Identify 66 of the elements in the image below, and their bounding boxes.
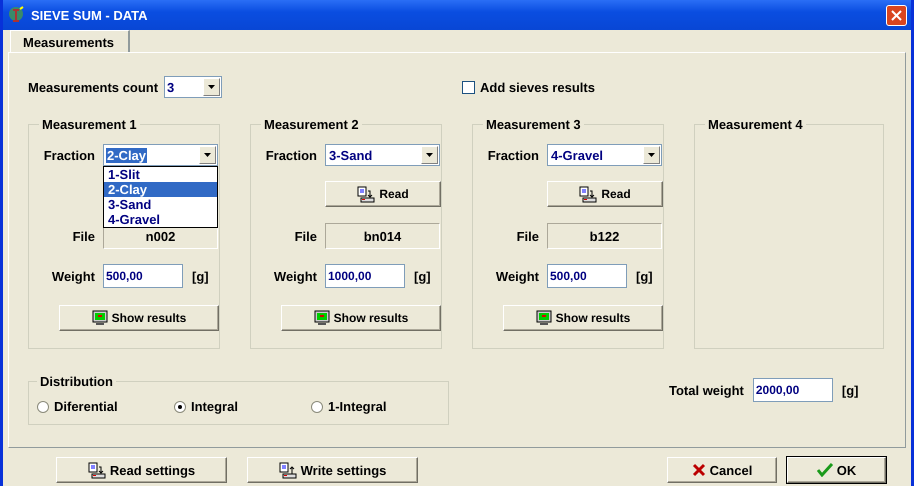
count-label: Measurements count [28, 80, 158, 94]
ok-button[interactable]: OK [787, 457, 886, 483]
radio-label: Integral [191, 399, 238, 414]
caret-icon [208, 85, 216, 89]
caret-icon [426, 153, 433, 157]
fraction-label: Fraction [264, 148, 317, 162]
show-results-button[interactable]: Show results [281, 305, 441, 331]
checkmark-icon [816, 463, 833, 477]
show-results-button[interactable]: Show results [503, 305, 663, 331]
unit-label: [g] [192, 268, 209, 284]
group-title: Measurement 4 [707, 117, 804, 132]
unit-label: [g] [842, 382, 858, 398]
checkbox-label: Add sieves results [480, 80, 595, 94]
radio-label: 1-Integral [328, 399, 387, 414]
caret-icon [648, 153, 655, 157]
checkbox[interactable] [462, 80, 476, 94]
document-import-icon [579, 186, 598, 202]
file-label: File [294, 228, 317, 244]
read-button[interactable]: Read [325, 181, 441, 207]
close-icon [891, 10, 902, 20]
file-label: File [72, 228, 95, 244]
read-button[interactable]: Read [547, 181, 663, 207]
weight-label: Weight [272, 268, 317, 284]
unit-label: [g] [414, 268, 431, 284]
close-button[interactable] [886, 4, 907, 26]
cancel-button[interactable]: Cancel [667, 457, 777, 483]
read-button[interactable]: Read settings [56, 457, 227, 483]
weight-field[interactable]: 500,00 [547, 264, 627, 288]
total-weight-label: Total weight [669, 382, 744, 398]
show-results-button[interactable]: Show results [59, 305, 219, 331]
weight-label: Weight [494, 268, 539, 284]
monitor-icon [92, 310, 108, 326]
radio-button[interactable] [311, 400, 323, 412]
document-import-icon [88, 462, 106, 478]
group-title: Measurement 3 [485, 117, 582, 132]
fraction-dropdown[interactable]: 3-Sand [325, 144, 440, 166]
fraction-label: Fraction [486, 148, 539, 162]
write-button[interactable]: Write settings [247, 457, 418, 483]
document-import-icon [357, 186, 376, 202]
total-weight-field[interactable]: 2000,00 [752, 378, 833, 402]
app-icon [7, 6, 25, 24]
monitor-icon [536, 310, 552, 326]
radio-label: Diferential [54, 399, 118, 414]
file-name: bn014 [325, 223, 440, 249]
window-title: SIEVE SUM - DATA [31, 8, 149, 22]
weight-field[interactable]: 1000,00 [325, 264, 405, 288]
radio-dot-icon [178, 404, 182, 408]
group-title: Distribution [39, 374, 114, 389]
dropdown-option[interactable]: 2-Clay [104, 182, 217, 197]
unit-label: [g] [636, 268, 653, 284]
group-title: Measurement 2 [263, 117, 360, 132]
caret-icon [204, 153, 211, 157]
count-dropdown[interactable]: 3 [164, 76, 222, 98]
group-title: Measurement 1 [41, 117, 138, 132]
document-upload-icon [278, 462, 297, 478]
weight-field[interactable]: 500,00 [103, 264, 183, 288]
fraction-dropdown[interactable]: 4-Gravel [547, 144, 662, 166]
tab[interactable]: Measurements [10, 30, 130, 52]
radio-button[interactable] [174, 400, 186, 412]
file-label: File [516, 228, 539, 244]
cancel-icon [692, 463, 706, 477]
radio-button[interactable] [37, 400, 49, 412]
weight-label: Weight [50, 268, 95, 284]
file-name: b122 [547, 223, 662, 249]
monitor-icon [314, 310, 330, 326]
fraction-label: Fraction [42, 148, 95, 162]
